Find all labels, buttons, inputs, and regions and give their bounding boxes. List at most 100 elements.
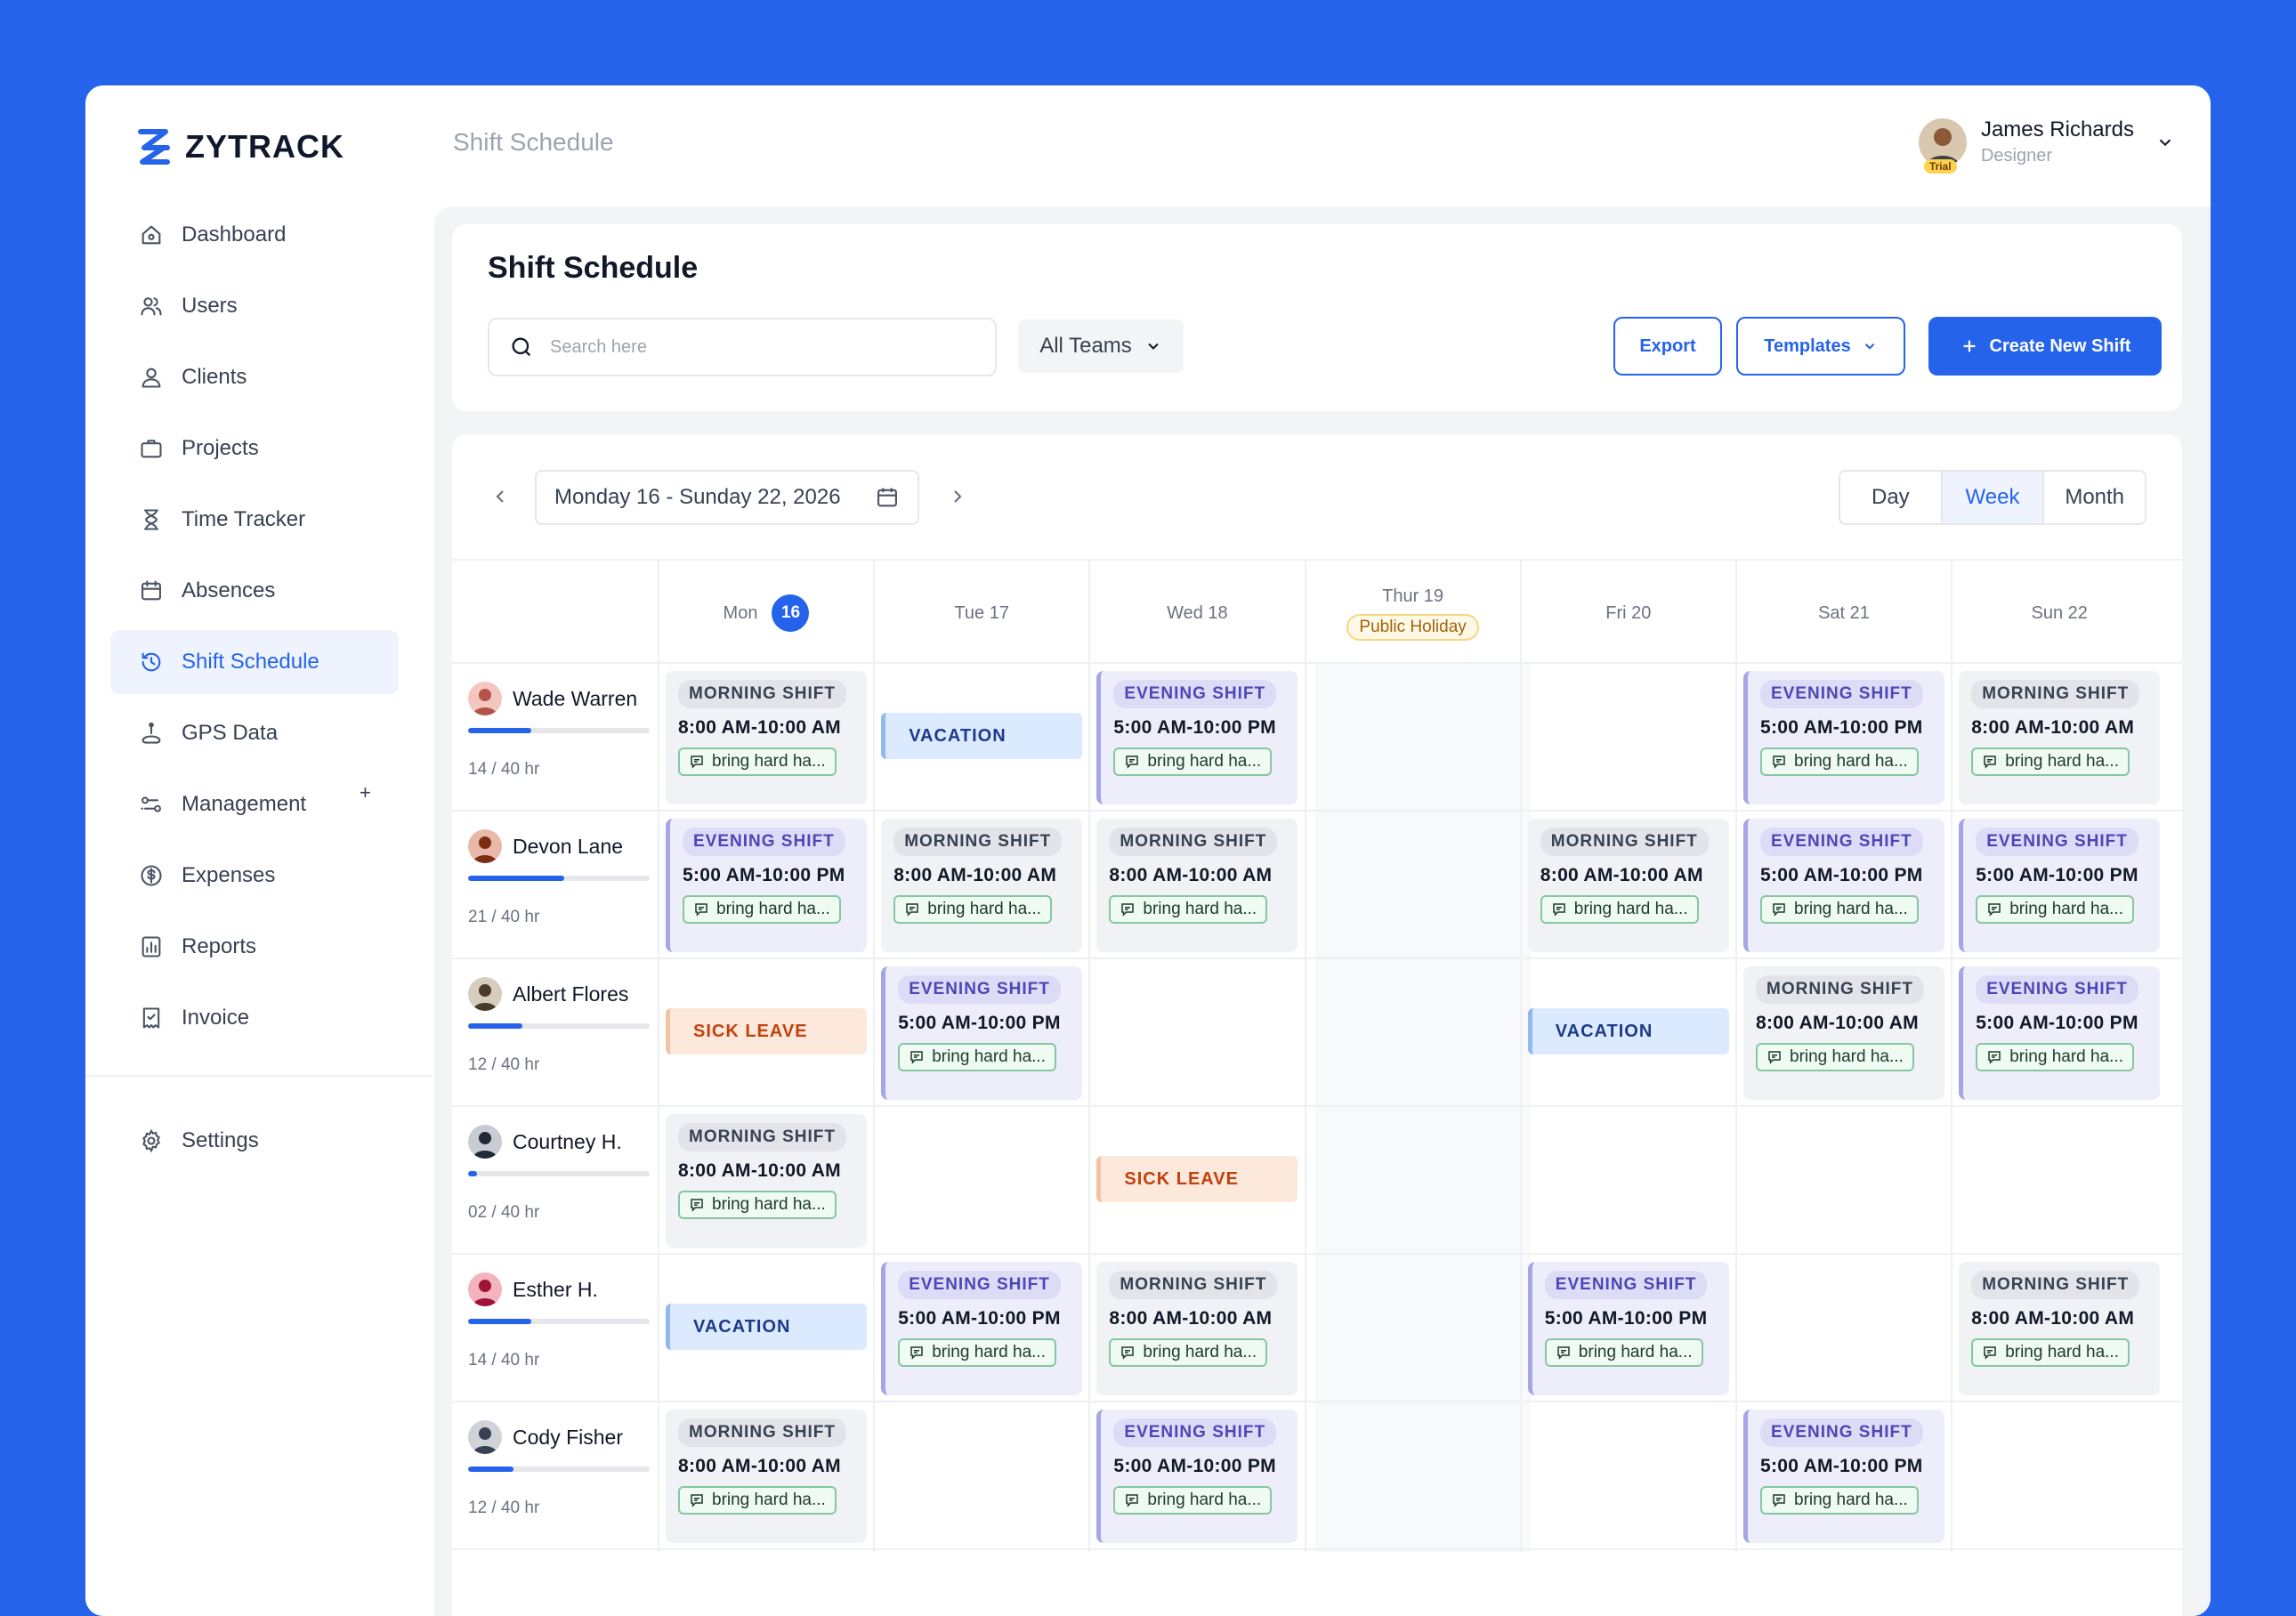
evening-shift-card[interactable]: EVENING SHIFT 5:00 AM-10:00 PM bring har… <box>1743 819 1944 952</box>
search-box[interactable] <box>488 318 997 376</box>
shift-note[interactable]: bring hard ha... <box>893 895 1052 924</box>
shift-note[interactable]: bring hard ha... <box>1544 1338 1703 1367</box>
evening-shift-card[interactable]: EVENING SHIFT 5:00 AM-10:00 PM bring har… <box>881 966 1083 1100</box>
morning-shift-card[interactable]: MORNING SHIFT 8:00 AM-10:00 AM bring har… <box>666 1410 867 1543</box>
shift-type-tag: MORNING SHIFT <box>1971 1271 2140 1299</box>
templates-button[interactable]: Templates <box>1736 317 1905 376</box>
evening-shift-card[interactable]: EVENING SHIFT 5:00 AM-10:00 PM bring har… <box>1743 671 1944 804</box>
shift-note[interactable]: bring hard ha... <box>1760 747 1919 776</box>
shift-time: 8:00 AM-10:00 AM <box>1109 865 1273 885</box>
vacation-block[interactable]: VACATION <box>1527 1008 1729 1054</box>
sidebar-item-shift-schedule[interactable]: Shift Schedule <box>110 630 399 694</box>
morning-shift-card[interactable]: MORNING SHIFT 8:00 AM-10:00 AM bring har… <box>1743 966 1944 1100</box>
morning-shift-card[interactable]: MORNING SHIFT 8:00 AM-10:00 AM bring har… <box>1959 671 2161 804</box>
employee-name: Cody Fisher <box>513 1425 623 1449</box>
shift-note[interactable]: bring hard ha... <box>898 1338 1056 1367</box>
shift-note[interactable]: bring hard ha... <box>1109 895 1268 924</box>
shift-note[interactable]: bring hard ha... <box>678 747 837 776</box>
sick-block[interactable]: SICK LEAVE <box>1096 1156 1298 1202</box>
sidebar-item-management[interactable]: Management + <box>110 772 399 836</box>
chevron-right-icon <box>954 490 962 503</box>
comment-icon <box>1121 1346 1135 1360</box>
prev-week-button[interactable] <box>484 481 516 513</box>
sidebar-item-absences[interactable]: Absences <box>110 559 399 623</box>
morning-shift-card[interactable]: MORNING SHIFT 8:00 AM-10:00 AM bring har… <box>666 1114 867 1248</box>
sidebar-item-settings[interactable]: Settings <box>110 1109 399 1173</box>
employee-avatar[interactable] <box>468 1273 502 1306</box>
shift-type-tag: MORNING SHIFT <box>678 1418 846 1447</box>
search-input[interactable] <box>550 336 942 358</box>
morning-shift-card[interactable]: MORNING SHIFT 8:00 AM-10:00 AM bring har… <box>666 671 867 804</box>
shift-note[interactable]: bring hard ha... <box>1976 895 2134 924</box>
employee-avatar[interactable] <box>468 1420 502 1454</box>
view-week-button[interactable]: Week <box>1942 472 2045 523</box>
evening-shift-card[interactable]: EVENING SHIFT 5:00 AM-10:00 PM bring har… <box>1096 671 1298 804</box>
shift-note[interactable]: bring hard ha... <box>1971 747 2130 776</box>
sidebar-item-dashboard[interactable]: Dashboard <box>110 203 399 267</box>
expand-plus-icon[interactable]: + <box>360 781 371 804</box>
sidebar-item-reports[interactable]: Reports <box>110 915 399 979</box>
sick-block[interactable]: SICK LEAVE <box>666 1008 867 1054</box>
shift-note[interactable]: bring hard ha... <box>678 1486 837 1515</box>
hours-progress-fill <box>468 1467 513 1472</box>
sidebar-item-invoice[interactable]: Invoice <box>110 986 399 1050</box>
shift-type-tag: MORNING SHIFT <box>1540 828 1709 856</box>
view-day-button[interactable]: Day <box>1840 472 1943 523</box>
shift-note[interactable]: bring hard ha... <box>1113 747 1273 776</box>
evening-shift-card[interactable]: EVENING SHIFT 5:00 AM-10:00 PM bring har… <box>881 1262 1083 1395</box>
employee-avatar[interactable] <box>468 682 502 715</box>
shift-note[interactable]: bring hard ha... <box>1760 895 1919 924</box>
employee-avatar[interactable] <box>468 977 502 1011</box>
shift-note[interactable]: bring hard ha... <box>1756 1043 1914 1071</box>
day-label: Thur 19 <box>1382 586 1444 606</box>
evening-shift-card[interactable]: EVENING SHIFT 5:00 AM-10:00 PM bring har… <box>1527 1262 1729 1395</box>
evening-shift-card[interactable]: EVENING SHIFT 5:00 AM-10:00 PM bring har… <box>666 819 867 952</box>
shift-note[interactable]: bring hard ha... <box>678 1191 837 1219</box>
view-month-button[interactable]: Month <box>2044 472 2145 523</box>
next-week-button[interactable] <box>942 481 974 513</box>
chevron-left-icon <box>496 490 504 503</box>
sidebar-item-expenses[interactable]: Expenses <box>110 844 399 908</box>
sidebar-item-users[interactable]: Users <box>110 274 399 338</box>
evening-shift-card[interactable]: EVENING SHIFT 5:00 AM-10:00 PM bring har… <box>1959 819 2161 952</box>
evening-shift-card[interactable]: EVENING SHIFT 5:00 AM-10:00 PM bring har… <box>1959 966 2161 1100</box>
sidebar-item-projects[interactable]: Projects <box>110 416 399 481</box>
date-range-picker[interactable]: Monday 16 - Sunday 22, 2026 <box>535 470 919 525</box>
morning-shift-card[interactable]: MORNING SHIFT 8:00 AM-10:00 AM bring har… <box>1096 819 1298 952</box>
sidebar-item-clients[interactable]: Clients <box>110 345 399 409</box>
create-shift-button[interactable]: Create New Shift <box>1928 317 2162 376</box>
vacation-block[interactable]: VACATION <box>881 713 1083 759</box>
user-menu[interactable]: Trial James Richards Designer <box>1918 117 2175 174</box>
employee-avatar[interactable] <box>468 829 502 863</box>
shift-note[interactable]: bring hard ha... <box>683 895 841 924</box>
shift-time: 5:00 AM-10:00 PM <box>1544 1308 1708 1329</box>
shift-note[interactable]: bring hard ha... <box>1109 1338 1268 1367</box>
vacation-block[interactable]: VACATION <box>666 1304 867 1350</box>
morning-shift-card[interactable]: MORNING SHIFT 8:00 AM-10:00 AM bring har… <box>1959 1262 2161 1395</box>
morning-shift-card[interactable]: MORNING SHIFT 8:00 AM-10:00 AM bring har… <box>1527 819 1729 952</box>
shift-type-tag: EVENING SHIFT <box>1976 828 2138 856</box>
export-button[interactable]: Export <box>1613 317 1722 376</box>
employee-avatar[interactable] <box>468 1125 502 1159</box>
sidebar-item-gps-data[interactable]: GPS Data <box>110 701 399 765</box>
shift-note[interactable]: bring hard ha... <box>1971 1338 2130 1367</box>
logo[interactable]: ZYTRACK <box>137 128 344 166</box>
employee-info: Esther H. 14 / 40 hr <box>468 1273 653 1370</box>
comment-icon <box>1773 1494 1785 1507</box>
sidebar-item-time-tracker[interactable]: Time Tracker <box>110 488 399 552</box>
shift-note[interactable]: bring hard ha... <box>1976 1043 2134 1071</box>
shift-note[interactable]: bring hard ha... <box>1540 895 1699 924</box>
teams-dropdown[interactable]: All Teams <box>1018 319 1184 373</box>
morning-shift-card[interactable]: MORNING SHIFT 8:00 AM-10:00 AM bring har… <box>881 819 1083 952</box>
shift-note[interactable]: bring hard ha... <box>1113 1486 1273 1515</box>
schedule-row: Esther H. 14 / 40 hr VACATION EVENING SH… <box>452 1255 2182 1402</box>
day-label: Wed 18 <box>1167 602 1228 623</box>
shift-note[interactable]: bring hard ha... <box>1760 1486 1919 1515</box>
evening-shift-card[interactable]: EVENING SHIFT 5:00 AM-10:00 PM bring har… <box>1743 1410 1944 1543</box>
shift-type-tag: MORNING SHIFT <box>893 828 1063 856</box>
evening-shift-card[interactable]: EVENING SHIFT 5:00 AM-10:00 PM bring har… <box>1096 1410 1298 1543</box>
shift-note[interactable]: bring hard ha... <box>898 1043 1056 1071</box>
shift-note-text: bring hard ha... <box>1573 900 1688 918</box>
morning-shift-card[interactable]: MORNING SHIFT 8:00 AM-10:00 AM bring har… <box>1096 1262 1298 1395</box>
comment-icon <box>691 1199 703 1212</box>
